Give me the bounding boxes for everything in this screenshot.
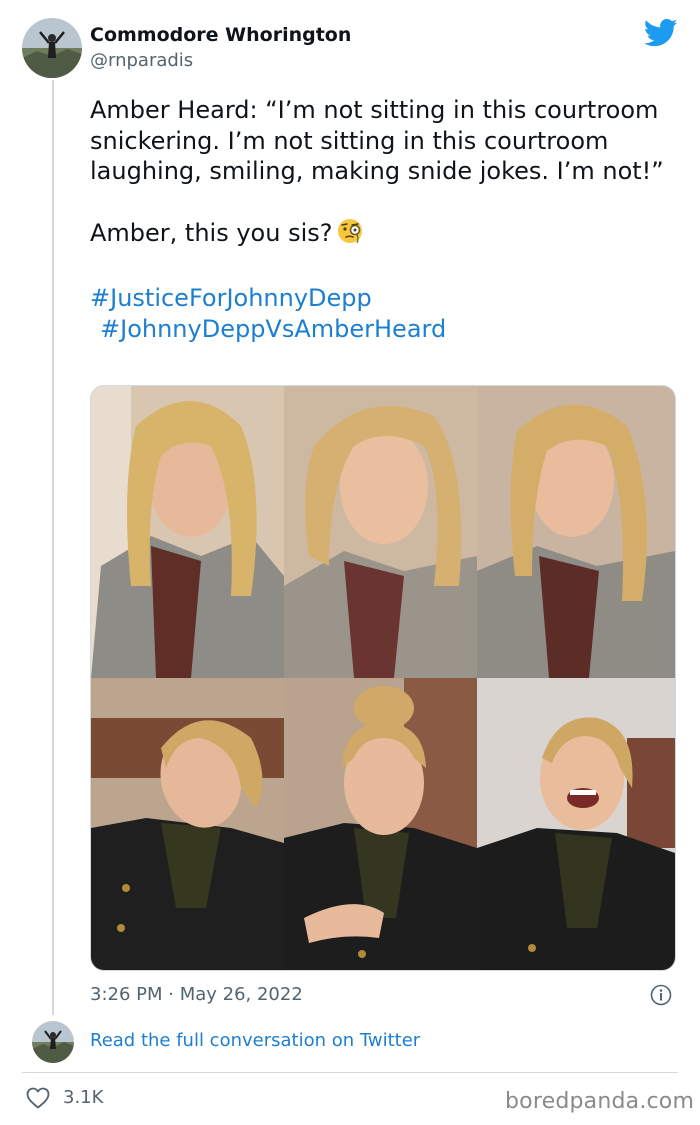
hashtag-link-vs[interactable]: #JohnnyDeppVsAmberHeard xyxy=(90,314,680,345)
thread-connector-line xyxy=(52,80,54,1015)
photo-5[interactable] xyxy=(284,678,477,970)
heart-icon[interactable] xyxy=(26,1087,50,1109)
info-icon[interactable] xyxy=(650,984,672,1006)
twitter-bird-icon[interactable] xyxy=(644,18,678,48)
author-name[interactable]: Commodore Whorington xyxy=(90,24,351,46)
photo-3[interactable] xyxy=(477,386,675,678)
tweet-question-text: Amber, this you sis? xyxy=(90,219,333,247)
media-photo-grid[interactable] xyxy=(90,385,676,971)
source-watermark: boredpanda.com xyxy=(505,1089,695,1114)
reply-avatar[interactable] xyxy=(32,1021,74,1063)
tweet-timestamp[interactable]: 3:26 PM · May 26, 2022 xyxy=(90,984,303,1005)
like-count: 3.1K xyxy=(63,1087,104,1108)
photo-6[interactable] xyxy=(477,678,675,970)
photo-4[interactable] xyxy=(91,678,284,970)
tweet-paragraph-question: Amber, this you sis? xyxy=(90,217,680,253)
tweet-body: Amber Heard: “I’m not sitting in this co… xyxy=(90,95,680,344)
actions-divider xyxy=(22,1072,678,1073)
read-conversation-link[interactable]: Read the full conversation on Twitter xyxy=(90,1030,420,1051)
author-avatar[interactable] xyxy=(22,18,82,78)
hashtag-link-justice[interactable]: #JusticeForJohnnyDepp xyxy=(90,283,680,314)
tweet-paragraph-quote: Amber Heard: “I’m not sitting in this co… xyxy=(90,96,667,185)
author-handle[interactable]: @rnparadis xyxy=(90,50,193,71)
monocle-face-icon xyxy=(336,217,364,253)
photo-1[interactable] xyxy=(91,386,284,678)
photo-2[interactable] xyxy=(284,386,477,678)
